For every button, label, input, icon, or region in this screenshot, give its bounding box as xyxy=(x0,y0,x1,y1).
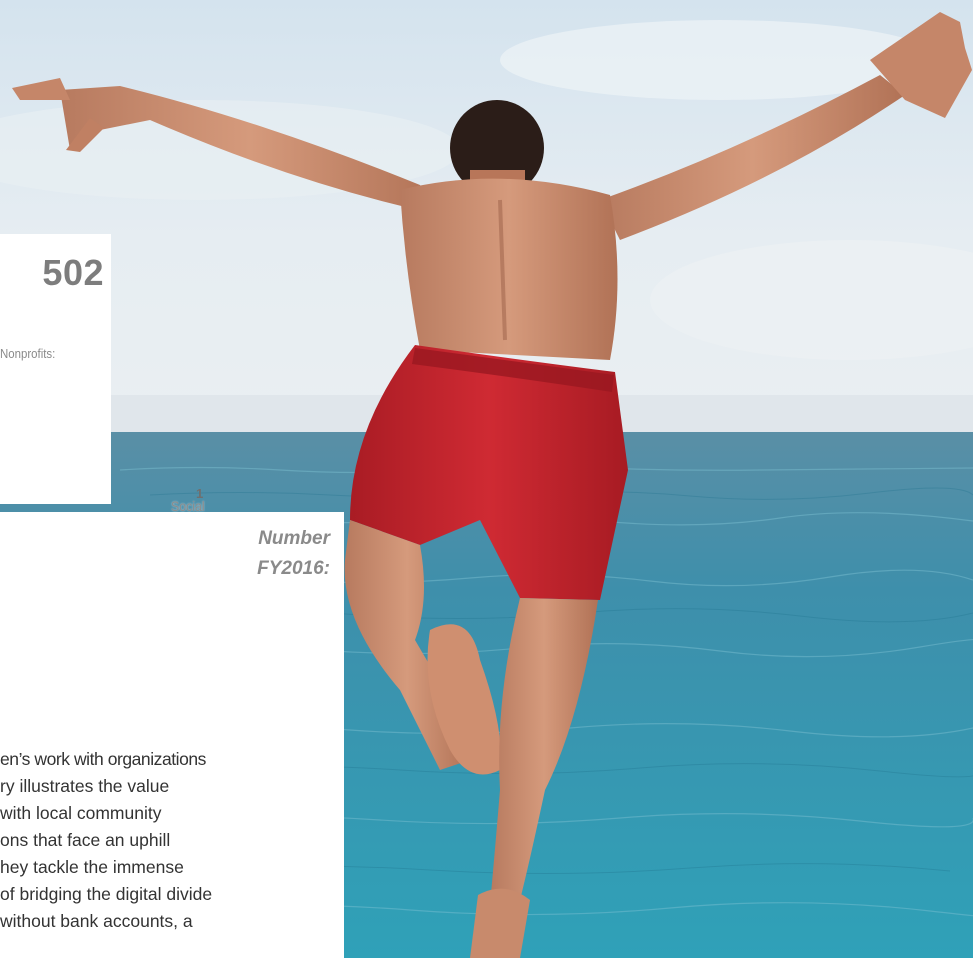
section-heading: Number FY2016: xyxy=(257,528,330,579)
body-paragraph: en’s work with organizations ry illustra… xyxy=(0,746,342,935)
body-line: ons that face an uphill xyxy=(0,830,171,850)
body-line: without bank accounts, a xyxy=(0,911,193,931)
body-line: hey tackle the immense xyxy=(0,857,184,877)
text-panel: Number FY2016: en’s work with organizati… xyxy=(0,512,344,958)
body-line: ry illustrates the value xyxy=(0,776,170,796)
nonprofits-label: Nonprofits: xyxy=(0,346,56,361)
body-line: of bridging the digital divide xyxy=(0,884,213,904)
body-line: en’s work with organizations xyxy=(0,749,206,769)
nonprofits-count: 502 xyxy=(42,252,104,293)
stats-panel: 502 Nonprofits: xyxy=(0,234,111,504)
body-line: with local community xyxy=(0,803,162,823)
